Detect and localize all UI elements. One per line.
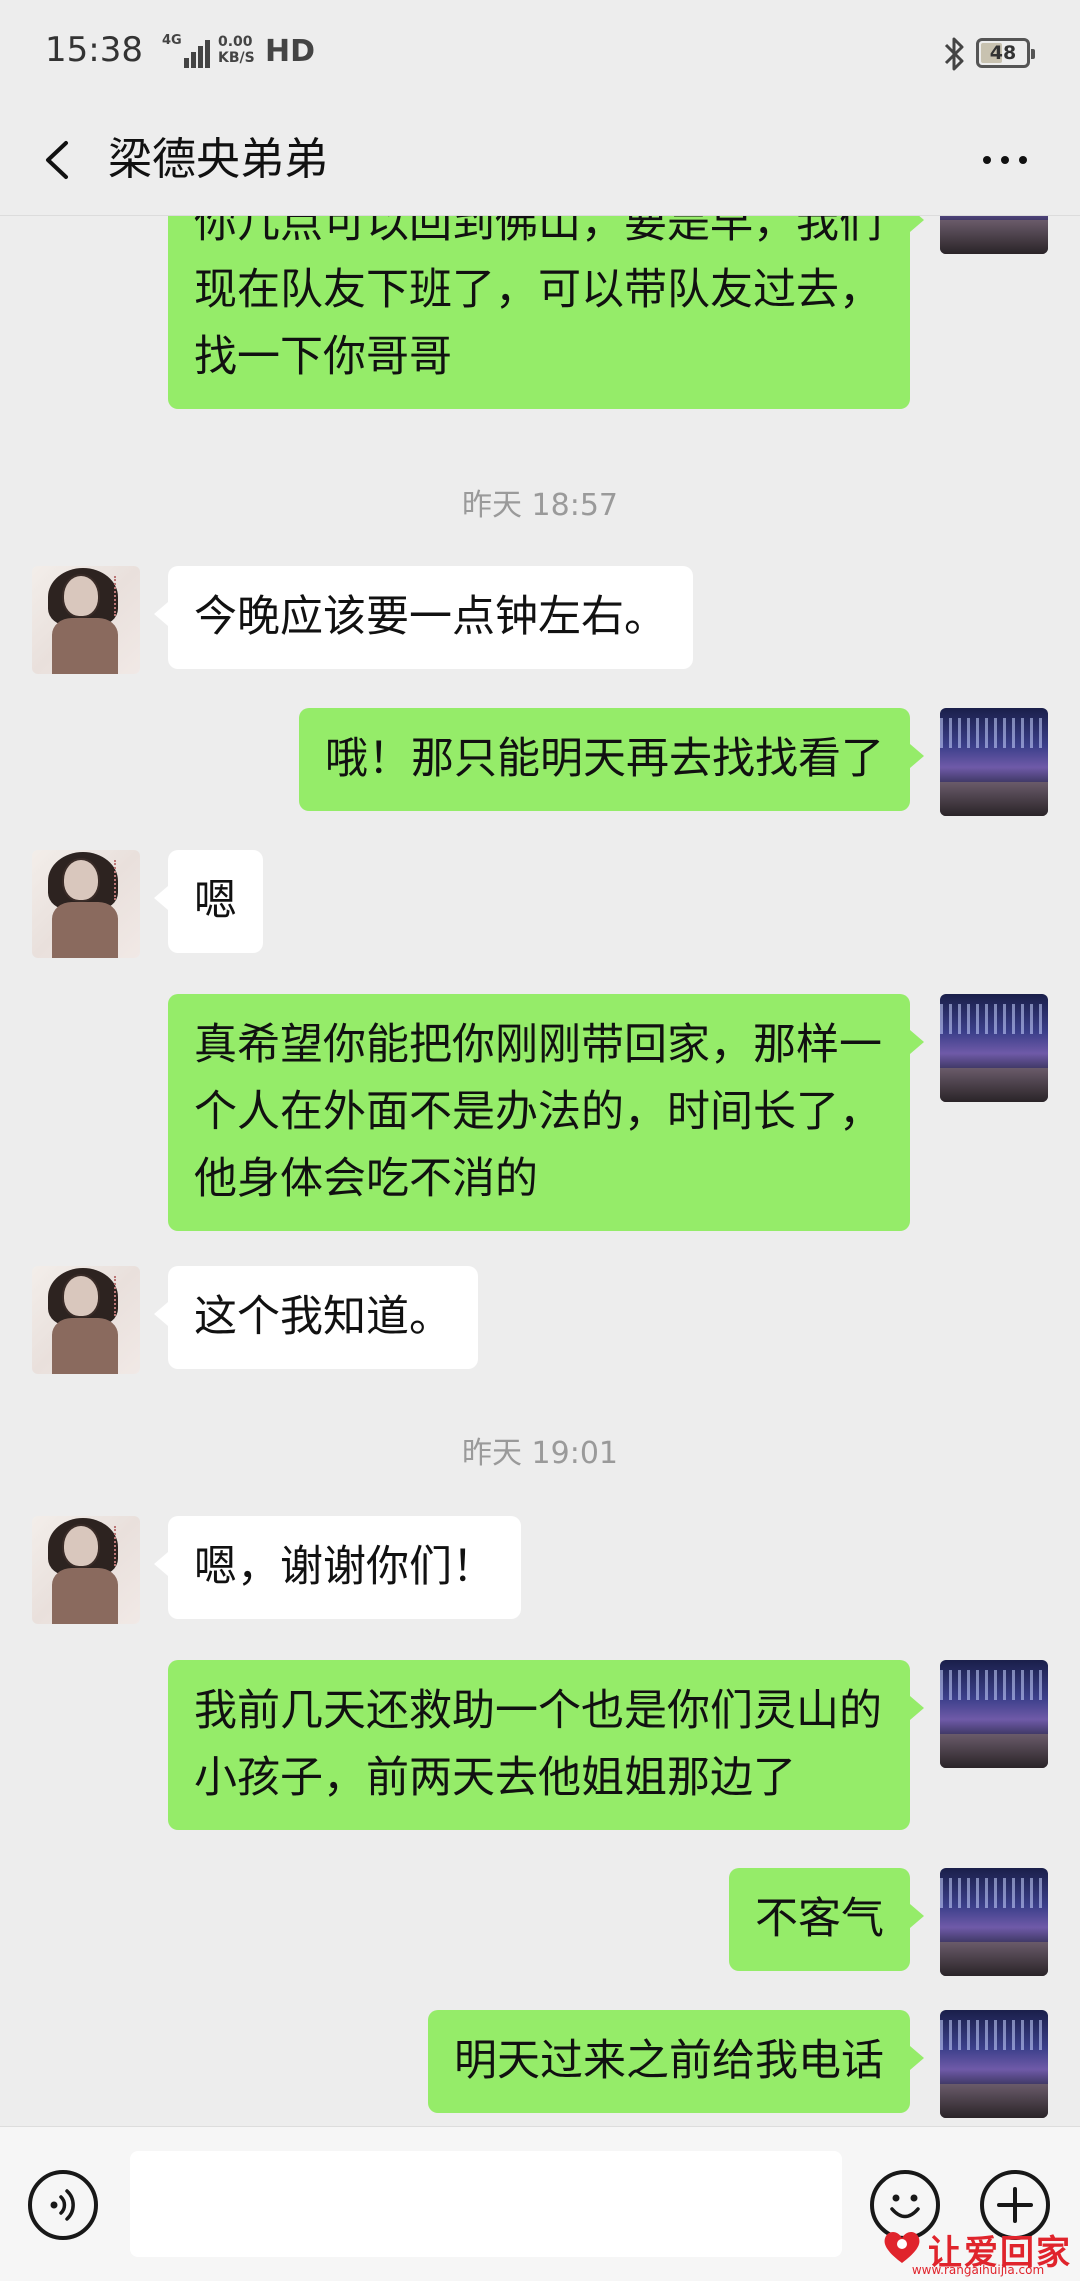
- voice-icon: [50, 2189, 75, 2221]
- message-bubble-outgoing[interactable]: 哦！那只能明天再去找找看了: [299, 708, 924, 811]
- self-avatar[interactable]: [940, 994, 1048, 1102]
- battery-text: 48: [989, 42, 1017, 64]
- self-avatar[interactable]: [940, 708, 1048, 816]
- message-bubble-outgoing[interactable]: 真希望你能把你刚刚带回家，那样一个人在外面不是办法的，时间长了，他身体会吃不消的: [168, 994, 924, 1231]
- message-bubble-outgoing[interactable]: 不客气: [729, 1868, 924, 1971]
- friend-avatar[interactable]: [32, 850, 140, 958]
- self-avatar[interactable]: [940, 2010, 1048, 2118]
- hd-indicator: HD: [265, 34, 316, 69]
- self-avatar[interactable]: [940, 1868, 1048, 1976]
- watermark-logo: 让爱回家 www.rangaihuijia.com: [880, 2225, 1076, 2277]
- speed-unit: KB/S: [218, 50, 255, 66]
- message-bubble-outgoing[interactable]: 你几点可以回到佛山，要是早，我们现在队友下班了，可以带队友过去，找一下你哥哥: [168, 216, 924, 409]
- signal-icon: [184, 38, 210, 68]
- friend-avatar[interactable]: [32, 1516, 140, 1624]
- message-timestamp: 昨天 19:01: [462, 1436, 618, 1471]
- message-bubble-outgoing[interactable]: 我前几天还救助一个也是你们灵山的小孩子，前两天去他姐姐那边了: [168, 1660, 924, 1830]
- chevron-left-icon[interactable]: [30, 125, 90, 195]
- heart-logo-icon: [884, 2232, 920, 2263]
- message-bubble-incoming[interactable]: 嗯，谢谢你们！: [154, 1516, 521, 1619]
- message-timestamp: 昨天 18:57: [462, 488, 618, 523]
- network-type: 4G: [162, 33, 182, 48]
- speed-value: 0.00: [218, 34, 253, 50]
- chat-title: 梁德央弟弟: [108, 134, 328, 185]
- chat-header: 梁德央弟弟: [0, 105, 1080, 216]
- more-button[interactable]: [970, 135, 1040, 185]
- self-avatar[interactable]: [940, 1660, 1048, 1768]
- message-bubble-incoming[interactable]: 嗯: [154, 850, 263, 953]
- battery-icon: 48: [976, 38, 1035, 68]
- watermark-url: www.rangaihuijia.com: [911, 2263, 1045, 2277]
- friend-avatar[interactable]: [32, 1266, 140, 1374]
- status-bar: 15:38 4G 0.00 KB/S HD 48: [0, 0, 1080, 105]
- bluetooth-icon: [944, 37, 964, 71]
- message-input[interactable]: [130, 2151, 842, 2257]
- message-list[interactable]: 你几点可以回到佛山，要是早，我们现在队友下班了，可以带队友过去，找一下你哥哥 昨…: [0, 216, 1080, 2126]
- voice-button[interactable]: [28, 2170, 98, 2240]
- friend-avatar[interactable]: [32, 566, 140, 674]
- message-bubble-incoming[interactable]: 今晚应该要一点钟左右。: [154, 566, 693, 669]
- ellipsis-icon: [983, 156, 991, 164]
- status-time: 15:38: [45, 30, 143, 70]
- message-bubble-incoming[interactable]: 这个我知道。: [154, 1266, 478, 1369]
- message-bubble-outgoing[interactable]: 明天过来之前给我电话: [428, 2010, 924, 2113]
- network-speed: 0.00 KB/S: [218, 34, 255, 66]
- self-avatar[interactable]: [940, 216, 1048, 254]
